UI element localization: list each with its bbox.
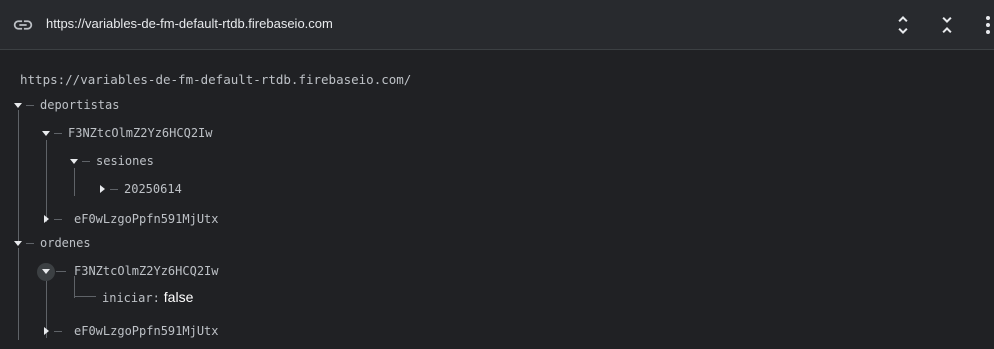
url-bar: https://variables-de-fm-default-rtdb.fir… bbox=[0, 0, 994, 50]
node-key: 20250614 bbox=[124, 182, 182, 196]
caret-down-icon[interactable] bbox=[14, 241, 22, 246]
tree-node-deportista-2[interactable]: eF0wLzgoPpfn591MjUtx bbox=[0, 207, 980, 233]
caret-right-icon[interactable] bbox=[100, 185, 105, 193]
tree-node-sesion-date[interactable]: 20250614 bbox=[0, 177, 980, 203]
caret-right-icon[interactable] bbox=[44, 327, 49, 335]
node-key: eF0wLzgoPpfn591MjUtx bbox=[74, 212, 219, 226]
expand-all-icon[interactable] bbox=[891, 13, 915, 37]
root-url[interactable]: https://variables-de-fm-default-rtdb.fir… bbox=[20, 72, 411, 87]
leaf-row: iniciar: false bbox=[102, 289, 193, 305]
node-key: F3NZtcOlmZ2Yz6HCQ2Iw bbox=[68, 126, 213, 140]
tree-node-ordenes[interactable]: ordenes bbox=[0, 231, 980, 257]
tree-node-iniciar[interactable]: iniciar: false bbox=[0, 287, 980, 313]
more-vert-icon[interactable] bbox=[976, 13, 994, 37]
tree-node-orden-2[interactable]: eF0wLzgoPpfn591MjUtx bbox=[0, 319, 980, 345]
caret-down-icon[interactable] bbox=[14, 103, 22, 108]
node-key: sesiones bbox=[96, 154, 154, 168]
node-key: eF0wLzgoPpfn591MjUtx bbox=[74, 324, 219, 338]
tree-node-sesiones[interactable]: sesiones bbox=[0, 149, 980, 175]
database-url[interactable]: https://variables-de-fm-default-rtdb.fir… bbox=[46, 16, 333, 31]
caret-down-icon[interactable] bbox=[42, 131, 50, 136]
collapse-all-icon[interactable] bbox=[935, 13, 959, 37]
tree-node-deportista-1[interactable]: F3NZtcOlmZ2Yz6HCQ2Iw bbox=[0, 121, 980, 147]
caret-right-icon[interactable] bbox=[44, 215, 49, 223]
caret-down-icon[interactable] bbox=[70, 159, 78, 164]
leaf-value[interactable]: false bbox=[164, 289, 194, 305]
leaf-key: iniciar: bbox=[102, 291, 160, 305]
tree-node-orden-1[interactable]: F3NZtcOlmZ2Yz6HCQ2Iw bbox=[0, 259, 980, 285]
node-key: F3NZtcOlmZ2Yz6HCQ2Iw bbox=[74, 264, 219, 278]
database-tree: https://variables-de-fm-default-rtdb.fir… bbox=[0, 50, 994, 349]
caret-down-icon[interactable] bbox=[42, 269, 50, 274]
node-key: ordenes bbox=[40, 236, 91, 250]
tree-node-deportistas[interactable]: deportistas bbox=[0, 93, 980, 119]
link-icon bbox=[13, 20, 33, 30]
node-key: deportistas bbox=[40, 98, 120, 112]
